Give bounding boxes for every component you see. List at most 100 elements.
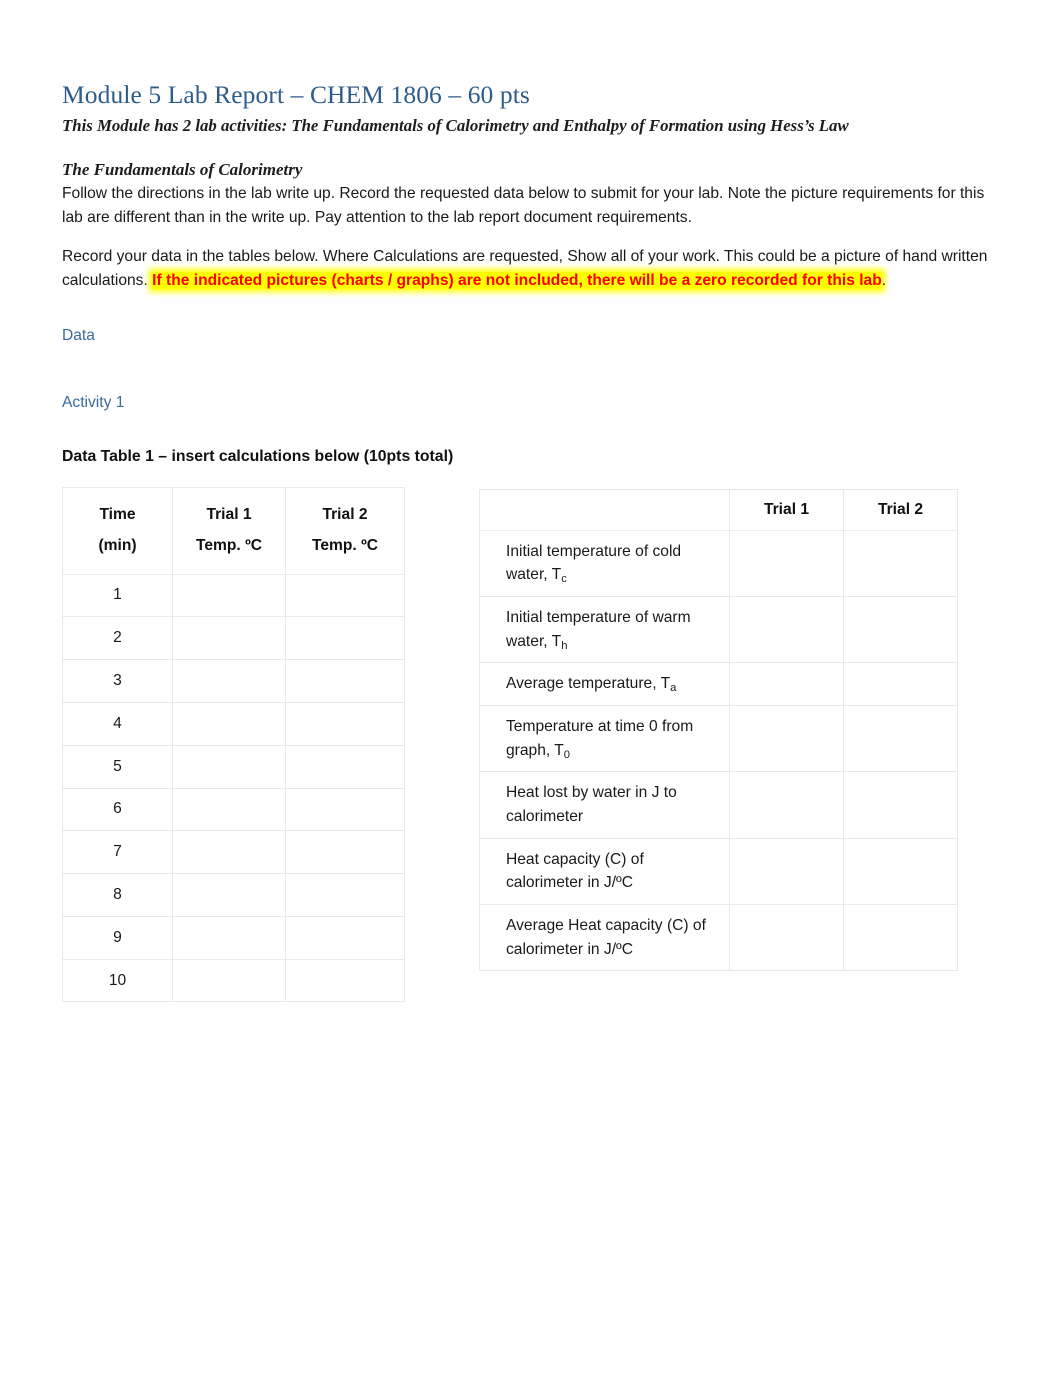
table-row: Heat capacity (C) of calorimeter in J/ºC	[479, 837, 958, 906]
row-label-heat-capacity-calorimeter: Heat capacity (C) of calorimeter in J/ºC	[479, 837, 730, 906]
cell-trial1-entry[interactable]	[172, 573, 286, 618]
cell-trial1-entry[interactable]	[172, 701, 286, 746]
row-label-text: Heat lost by water in J to calorimeter	[506, 784, 677, 826]
table-row: 5	[62, 744, 405, 789]
heading-data: Data	[62, 327, 95, 345]
cell-trial2-entry[interactable]	[843, 771, 958, 839]
cell-trial2-entry[interactable]	[843, 595, 958, 664]
table-row: 7	[62, 830, 405, 875]
column-header-corner	[479, 488, 730, 531]
cell-trial1-entry[interactable]	[172, 958, 286, 1003]
column-header-trial1: Trial 1	[729, 488, 844, 531]
cell-trial1-entry[interactable]	[172, 915, 286, 960]
column-header-time-line1: Time	[99, 506, 136, 524]
row-label-text: Average temperature, T	[506, 675, 671, 693]
table-row: 8	[62, 873, 405, 917]
cell-time: 3	[62, 659, 173, 703]
cell-trial2-entry[interactable]	[843, 529, 958, 597]
data-table-1-time: Time (min) Trial 1 Temp. ºC Trial 2 Temp…	[62, 486, 405, 1003]
cell-trial1-entry[interactable]	[729, 595, 844, 664]
caption-data-table-1: Data Table 1 – insert calculations below…	[62, 447, 454, 465]
document-subtitle: This Module has 2 lab activities: The Fu…	[62, 116, 849, 136]
cell-time: 2	[62, 616, 173, 661]
data-table-1-measurements: Trial 1 Trial 2 Initial temperature of c…	[479, 488, 958, 972]
cell-trial1-entry[interactable]	[172, 830, 286, 875]
table-row: 1	[62, 573, 405, 618]
row-label-text: Temperature at time 0 from graph, T	[506, 717, 694, 759]
cell-trial1-entry[interactable]	[729, 529, 844, 597]
row-label-subscript: a	[670, 682, 677, 695]
table-row: 4	[62, 701, 405, 746]
paragraph-tail-text: .	[881, 272, 887, 290]
table-row: Average temperature, Ta	[479, 662, 958, 706]
cell-trial1-entry[interactable]	[172, 659, 286, 703]
row-label-heat-lost-by-water: Heat lost by water in J to calorimeter	[479, 771, 730, 839]
cell-trial2-entry[interactable]	[285, 701, 405, 746]
row-label-text: Initial temperature of warm water, T	[506, 608, 691, 650]
table-row: Average Heat capacity (C) of calorimeter…	[479, 904, 958, 972]
row-label-text: Average Heat capacity (C) of calorimeter…	[506, 917, 706, 958]
highlighted-warning-text: If the indicated pictures (charts / grap…	[152, 272, 882, 290]
cell-trial2-entry[interactable]	[285, 873, 405, 917]
row-label-temperature-at-time-zero: Temperature at time 0 from graph, T0	[479, 704, 730, 773]
row-label-average-heat-capacity: Average Heat capacity (C) of calorimeter…	[479, 904, 730, 972]
cell-trial1-entry[interactable]	[729, 837, 844, 906]
time-table-body: 1 2 3 4 5 6 7 8 9 10	[62, 573, 405, 1003]
row-label-subscript: c	[561, 573, 567, 586]
cell-trial1-entry[interactable]	[729, 904, 844, 972]
table-row: 10	[62, 958, 405, 1003]
paragraph-record-data: Record your data in the tables below. Wh…	[62, 245, 1007, 294]
table-row: Heat lost by water in J to calorimeter	[479, 771, 958, 839]
cell-trial2-entry[interactable]	[285, 659, 405, 703]
cell-trial2-entry[interactable]	[285, 915, 405, 960]
row-label-subscript: 0	[563, 748, 571, 761]
cell-trial2-entry[interactable]	[843, 662, 958, 706]
table-row: Temperature at time 0 from graph, T0	[479, 704, 958, 773]
cell-trial1-entry[interactable]	[172, 744, 286, 789]
cell-trial2-entry[interactable]	[285, 958, 405, 1003]
section-heading-calorimetry: The Fundamentals of Calorimetry	[62, 159, 303, 179]
cell-time: 1	[62, 573, 173, 618]
column-header-trial2-line1: Trial 2	[322, 506, 368, 524]
column-header-trial1: Trial 1 Temp. ºC	[172, 486, 286, 575]
cell-trial2-entry[interactable]	[843, 837, 958, 906]
column-header-trial1-line1: Trial 1	[206, 506, 252, 524]
row-label-subscript: h	[561, 639, 568, 652]
cell-trial2-entry[interactable]	[285, 787, 405, 832]
table-row: Initial temperature of cold water, Tc	[479, 529, 958, 597]
row-label-text: Initial temperature of cold water, T	[506, 542, 682, 584]
table-header-row: Trial 1 Trial 2	[479, 488, 958, 531]
cell-trial1-entry[interactable]	[729, 771, 844, 839]
table-header-row: Time (min) Trial 1 Temp. ºC Trial 2 Temp…	[62, 486, 405, 575]
cell-trial2-entry[interactable]	[843, 904, 958, 972]
row-label-initial-temp-cold-water: Initial temperature of cold water, Tc	[479, 529, 730, 597]
cell-time: 9	[62, 915, 173, 960]
cell-trial1-entry[interactable]	[172, 873, 286, 917]
cell-trial2-entry[interactable]	[285, 830, 405, 875]
cell-trial2-entry[interactable]	[285, 573, 405, 618]
table-row: 6	[62, 787, 405, 832]
cell-trial2-entry[interactable]	[843, 704, 958, 773]
table-row: 9	[62, 915, 405, 960]
cell-trial2-entry[interactable]	[285, 616, 405, 661]
column-header-trial1-line2: Temp. ºC	[195, 536, 263, 554]
cell-trial1-entry[interactable]	[172, 616, 286, 661]
cell-trial1-entry[interactable]	[729, 662, 844, 706]
cell-trial1-entry[interactable]	[172, 787, 286, 832]
measurements-table-body: Initial temperature of cold water, Tc In…	[479, 529, 958, 972]
heading-activity-1: Activity 1	[62, 394, 125, 412]
cell-trial1-entry[interactable]	[729, 704, 844, 773]
cell-time: 10	[62, 958, 173, 1003]
tables-region: Time (min) Trial 1 Temp. ºC Trial 2 Temp…	[62, 486, 1006, 1007]
cell-trial2-entry[interactable]	[285, 744, 405, 789]
column-header-trial2-line2: Temp. ºC	[311, 536, 379, 554]
row-label-text: Heat capacity (C) of calorimeter in J/ºC	[506, 850, 644, 892]
cell-time: 5	[62, 744, 173, 789]
document-content: Module 5 Lab Report – CHEM 1806 – 60 pts…	[62, 80, 1006, 1007]
row-label-initial-temp-warm-water: Initial temperature of warm water, Th	[479, 595, 730, 664]
